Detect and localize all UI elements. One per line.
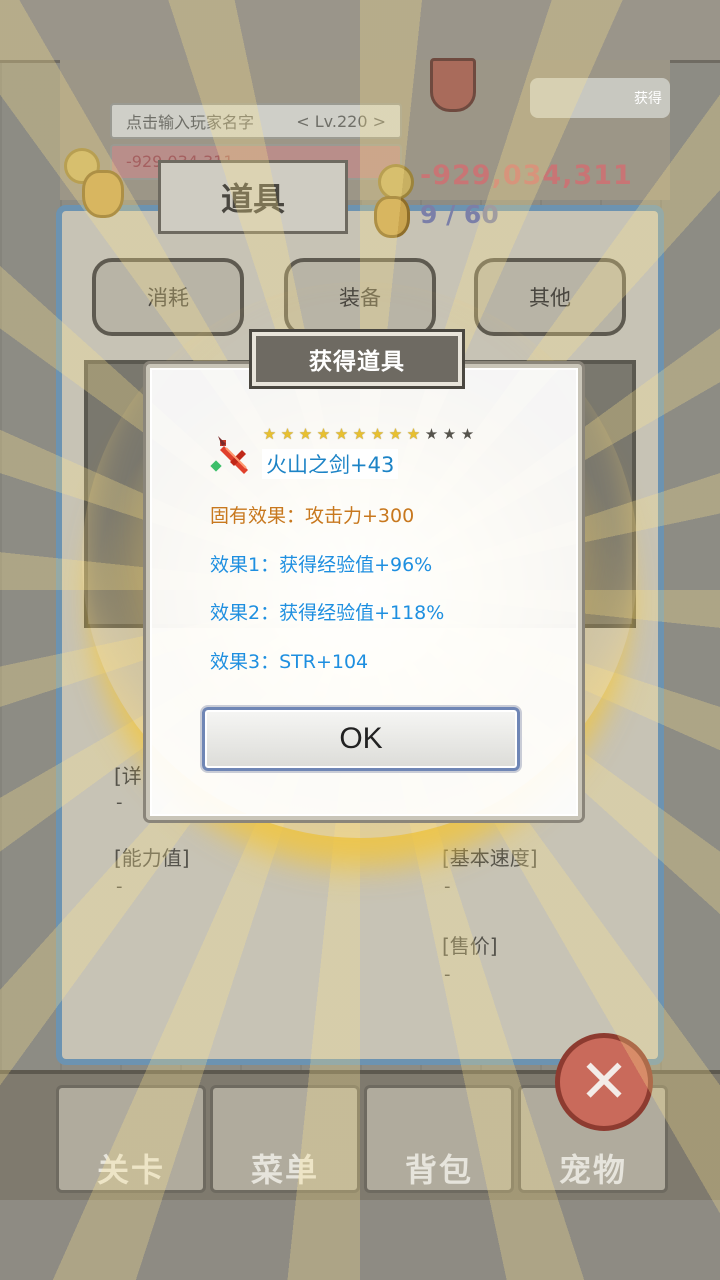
star-filled-icon: ★ [370, 425, 385, 443]
shield-icon [430, 58, 476, 112]
effect-1: 效果1：获得经验值+96% [210, 554, 433, 576]
detail-partial-label: [详 [114, 764, 142, 788]
top-strip [0, 0, 720, 63]
player-name-placeholder: 点击输入玩家名字 [126, 113, 255, 132]
vip-label: 获得 [634, 91, 662, 107]
effect-3: 效果3：STR+104 [210, 651, 369, 673]
close-icon: ✕ [578, 1047, 630, 1117]
ability-label: [能力值] [114, 846, 190, 870]
star-filled-icon: ★ [388, 425, 403, 443]
star-filled-icon: ★ [406, 425, 421, 443]
tab-equipment-label: 装备 [339, 286, 381, 310]
tab-equipment[interactable]: 装备 [284, 258, 436, 336]
bag-icon [374, 196, 410, 238]
panel-title: 道具 [158, 160, 348, 234]
close-button[interactable]: ✕ [555, 1033, 653, 1131]
ok-button-label: OK [339, 722, 383, 755]
star-empty-icon: ★ [442, 425, 457, 443]
item-name: 火山之剑+43 [262, 449, 399, 479]
detail-value: - [116, 792, 123, 813]
gold-amount: -929,034,311 [420, 160, 633, 191]
effect-2: 效果2：获得经验值+118% [210, 602, 445, 624]
dialog-title: 获得道具 [252, 332, 462, 386]
nav-pet-label: 宠物 [558, 1151, 627, 1189]
price-label: [售价] [442, 934, 498, 958]
star-filled-icon: ★ [262, 425, 277, 443]
star-empty-icon: ★ [424, 425, 439, 443]
tab-other-label: 其他 [529, 286, 571, 310]
nav-bag-label: 背包 [404, 1151, 473, 1189]
sword-icon [210, 436, 248, 474]
star-filled-icon: ★ [352, 425, 367, 443]
ability-value: - [116, 876, 123, 897]
nav-stage-label: 关卡 [96, 1151, 165, 1189]
player-name-input[interactable]: 点击输入玩家名字 < Lv.220 > [110, 103, 402, 139]
footer-strip [0, 1200, 720, 1280]
ok-button[interactable]: OK [202, 707, 520, 771]
tab-consumable-label: 消耗 [147, 286, 189, 310]
rarity-stars: ★ ★ ★ ★ ★ ★ ★ ★ ★ ★ ★ ★ [262, 427, 475, 442]
player-level: < Lv.220 > [296, 111, 386, 131]
price-value: - [444, 964, 451, 985]
vip-badge[interactable]: 获得 [530, 78, 670, 118]
tab-other[interactable]: 其他 [474, 258, 626, 336]
gold-coin-icon [378, 164, 414, 200]
star-empty-icon: ★ [460, 425, 475, 443]
bag-count: 9 / 60 [420, 200, 499, 229]
speed-label: [基本速度] [442, 846, 538, 870]
nav-menu-label: 菜单 [250, 1151, 319, 1189]
fixed-effect: 固有效果：攻击力+300 [210, 505, 415, 527]
sack-icon [82, 170, 124, 218]
star-filled-icon: ★ [280, 425, 295, 443]
star-filled-icon: ★ [298, 425, 313, 443]
star-filled-icon: ★ [334, 425, 349, 443]
speed-value: - [444, 876, 451, 897]
star-filled-icon: ★ [316, 425, 331, 443]
tab-consumable[interactable]: 消耗 [92, 258, 244, 336]
